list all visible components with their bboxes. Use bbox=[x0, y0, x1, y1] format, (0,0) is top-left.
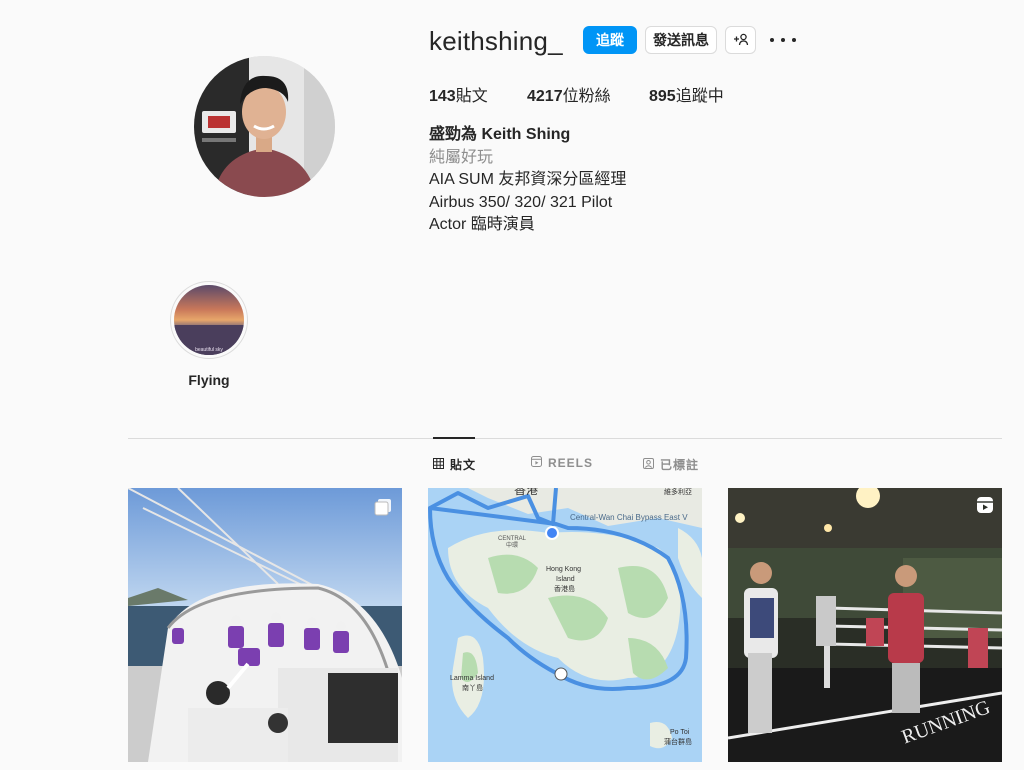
tab-label: REELS bbox=[548, 456, 594, 470]
tab-tagged[interactable]: 已標註 bbox=[643, 456, 699, 473]
follow-button[interactable]: 追蹤 bbox=[583, 26, 637, 54]
profile-avatar[interactable] bbox=[194, 56, 335, 197]
map-label: Hong Kong bbox=[546, 566, 581, 573]
tab-reels[interactable]: REELS bbox=[531, 456, 593, 470]
reels-icon bbox=[531, 456, 542, 470]
tab-label: 貼文 bbox=[450, 458, 477, 472]
followers-count: 4217 bbox=[527, 88, 563, 105]
map-label: 香港 bbox=[514, 488, 538, 497]
tagged-icon bbox=[643, 457, 654, 472]
profile-bio: 盛勁為 Keith Shing 純屬好玩 AIA SUM 友邦資深分區經理 Ai… bbox=[429, 124, 626, 237]
map-label: Lamma Island bbox=[450, 675, 494, 682]
stat-posts: 143貼文 bbox=[429, 82, 488, 106]
posts-count: 143 bbox=[429, 88, 456, 105]
bio-line: Actor 臨時演員 bbox=[429, 216, 535, 233]
tab-posts[interactable]: 貼文 bbox=[433, 456, 476, 473]
map-label: Central-Wan Chai Bypass East V bbox=[570, 513, 688, 522]
highlight-label: Flying bbox=[188, 372, 230, 388]
highlight-caption: beautiful sky bbox=[195, 347, 223, 353]
stat-followers[interactable]: 4217位粉絲 bbox=[527, 82, 611, 106]
map-label: Island bbox=[556, 576, 575, 583]
post-tile[interactable]: 香港 維多利亞 Central-Wan Chai Bypass East V C… bbox=[428, 488, 702, 762]
map-label: 香港島 bbox=[554, 584, 575, 593]
following-label: 追蹤中 bbox=[675, 88, 724, 105]
followers-label: 位粉絲 bbox=[562, 88, 611, 105]
map-label: 南丫島 bbox=[462, 683, 483, 692]
active-tab-indicator bbox=[433, 437, 475, 439]
map-label: 中環 bbox=[506, 541, 518, 549]
carousel-icon bbox=[374, 498, 392, 516]
post-tile[interactable] bbox=[128, 488, 402, 762]
bio-category: 純屬好玩 bbox=[429, 148, 494, 166]
more-options-icon[interactable] bbox=[770, 30, 796, 50]
tab-label: 已標註 bbox=[660, 458, 700, 472]
section-divider bbox=[128, 438, 1002, 439]
post-tile[interactable]: RUNNING bbox=[728, 488, 1002, 762]
reels-icon bbox=[976, 496, 994, 514]
map-label: Po Toi bbox=[670, 729, 690, 736]
profile-username: keithshing_ bbox=[429, 26, 563, 56]
grid-icon bbox=[433, 457, 444, 472]
following-count: 895 bbox=[649, 88, 676, 105]
map-label: 蒲台群島 bbox=[664, 737, 692, 746]
bio-name: 盛勁為 Keith Shing bbox=[429, 126, 571, 143]
bio-line: Airbus 350/ 320/ 321 Pilot bbox=[429, 193, 613, 211]
posts-label: 貼文 bbox=[455, 88, 488, 105]
bio-line: AIA SUM 友邦資深分區經理 bbox=[429, 171, 627, 188]
story-highlight-flying[interactable]: beautiful sky bbox=[170, 281, 248, 359]
stat-following[interactable]: 895追蹤中 bbox=[649, 82, 724, 106]
message-button[interactable]: 發送訊息 bbox=[645, 26, 717, 54]
add-user-icon bbox=[733, 32, 749, 49]
map-label: 維多利亞 bbox=[664, 488, 692, 496]
map-label: CENTRAL bbox=[498, 536, 527, 542]
suggest-users-button[interactable] bbox=[725, 26, 756, 54]
